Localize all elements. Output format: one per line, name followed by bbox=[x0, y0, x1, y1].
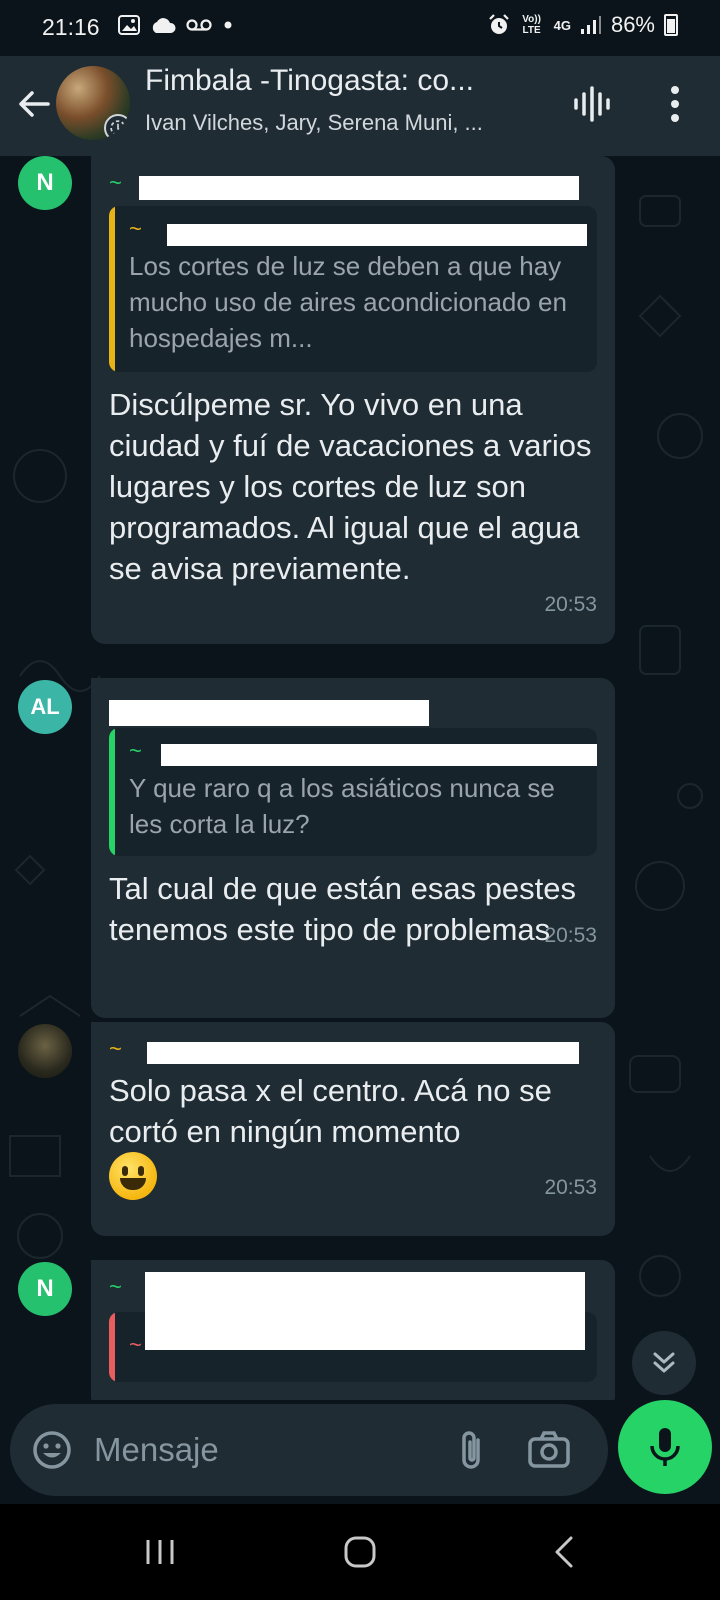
message-text: Discúlpeme sr. Yo vivo en una ciudad y f… bbox=[109, 387, 592, 586]
paperclip-icon[interactable] bbox=[450, 1426, 494, 1474]
composer-pill bbox=[10, 1404, 608, 1496]
redacted-sender-name bbox=[139, 176, 579, 200]
status-time: 21:16 bbox=[42, 14, 100, 40]
more-options-icon[interactable] bbox=[655, 82, 695, 126]
group-members[interactable]: Ivan Vilches, Jary, Serena Muni, ... bbox=[145, 110, 545, 136]
battery-percent: 86% bbox=[610, 12, 655, 37]
sender-name-row: ~ bbox=[109, 170, 597, 200]
redacted-quoted-sender bbox=[161, 744, 597, 766]
camera-icon[interactable] bbox=[526, 1428, 572, 1472]
double-chevron-down-icon bbox=[653, 1352, 675, 1373]
grinning-face-emoji bbox=[109, 1152, 157, 1200]
voice-chat-icon[interactable] bbox=[570, 82, 614, 126]
back-button[interactable] bbox=[534, 1524, 594, 1580]
chat-area[interactable]: N ~ ~ Los cortes de luz se deben a que h… bbox=[0, 156, 720, 1400]
back-arrow-icon[interactable] bbox=[14, 84, 54, 124]
quoted-text: Los cortes de luz se deben a que hay muc… bbox=[129, 251, 567, 353]
redacted-sender-name bbox=[109, 700, 429, 726]
voicemail-icon bbox=[186, 19, 212, 31]
sender-avatar[interactable]: N bbox=[18, 1262, 72, 1316]
status-left-icons bbox=[118, 15, 234, 35]
message-bubble[interactable]: ~ Y que raro q a los asiáticos nunca se … bbox=[91, 678, 615, 1018]
message-bubble[interactable]: ~ Solo pasa x el centro. Acá no se cortó… bbox=[91, 1022, 615, 1236]
quoted-message[interactable]: ~ Los cortes de luz se deben a que hay m… bbox=[109, 206, 597, 372]
status-right-icons: Vo)) LTE 4G 86% bbox=[488, 12, 678, 38]
composer-bar bbox=[0, 1400, 720, 1504]
sender-avatar[interactable]: N bbox=[18, 156, 72, 210]
group-title[interactable]: Fimbala -Tinogasta: co... bbox=[145, 64, 545, 98]
volte-indicator: Vo)) LTE bbox=[522, 14, 541, 36]
quoted-sender-tilde: ~ bbox=[129, 216, 142, 241]
quoted-text: Y que raro q a los asiáticos nunca se le… bbox=[129, 773, 555, 839]
redacted-quoted-sender bbox=[167, 224, 587, 246]
back-chevron-icon bbox=[555, 1536, 573, 1568]
sender-tilde: ~ bbox=[109, 1036, 122, 1061]
sender-tilde: ~ bbox=[109, 1274, 122, 1299]
message-bubble[interactable]: ~ ~ Los cortes de luz se deben a que hay… bbox=[91, 156, 615, 644]
quoted-message[interactable]: ~ Y que raro q a los asiáticos nunca se … bbox=[109, 728, 597, 856]
scroll-to-bottom-button[interactable] bbox=[632, 1331, 696, 1395]
message-bubble[interactable]: ~ ~ bbox=[91, 1260, 615, 1400]
quoted-sender-row: ~ bbox=[129, 216, 587, 248]
community-badge-icon bbox=[104, 114, 130, 140]
voice-record-button[interactable] bbox=[618, 1400, 712, 1494]
home-icon bbox=[344, 1536, 376, 1568]
microphone-icon bbox=[650, 1428, 680, 1466]
chat-header: Fimbala -Tinogasta: co... Ivan Vilches, … bbox=[0, 56, 720, 156]
redacted-block bbox=[145, 1272, 585, 1350]
home-button[interactable] bbox=[330, 1524, 390, 1580]
image-icon bbox=[118, 15, 140, 35]
system-nav-bar bbox=[0, 1504, 720, 1600]
dot-icon bbox=[224, 21, 232, 29]
quoted-sender-row: ~ bbox=[129, 738, 597, 770]
cloud-icon bbox=[152, 18, 176, 33]
quoted-sender-tilde: ~ bbox=[129, 1332, 142, 1357]
sender-tilde: ~ bbox=[109, 170, 122, 195]
message-text: Tal cual de que están esas pestes tenemo… bbox=[109, 871, 577, 947]
sender-name-row bbox=[109, 692, 597, 726]
message-footer: 20:53 bbox=[109, 1152, 597, 1200]
message-time: 20:53 bbox=[544, 1176, 597, 1199]
signal-icon bbox=[580, 16, 601, 34]
recent-apps-icon bbox=[146, 1540, 174, 1564]
battery-icon bbox=[664, 14, 678, 36]
status-bar: 21:16 Vo)) LTE 4G 86% bbox=[0, 0, 720, 56]
alarm-icon bbox=[488, 14, 509, 34]
emoji-icon[interactable] bbox=[30, 1428, 74, 1472]
group-avatar[interactable] bbox=[56, 66, 130, 140]
sender-name-row: ~ bbox=[109, 1036, 597, 1066]
message-text: Solo pasa x el centro. Acá no se cortó e… bbox=[109, 1073, 552, 1149]
redacted-sender-name bbox=[147, 1042, 579, 1064]
quoted-sender-tilde: ~ bbox=[129, 738, 142, 763]
sender-avatar[interactable]: AL bbox=[18, 680, 72, 734]
sender-avatar-photo[interactable] bbox=[18, 1024, 72, 1078]
network-gen: 4G bbox=[553, 17, 571, 33]
recent-apps-button[interactable] bbox=[130, 1524, 190, 1580]
message-time: 20:53 bbox=[544, 593, 597, 616]
message-input[interactable] bbox=[94, 1422, 414, 1478]
